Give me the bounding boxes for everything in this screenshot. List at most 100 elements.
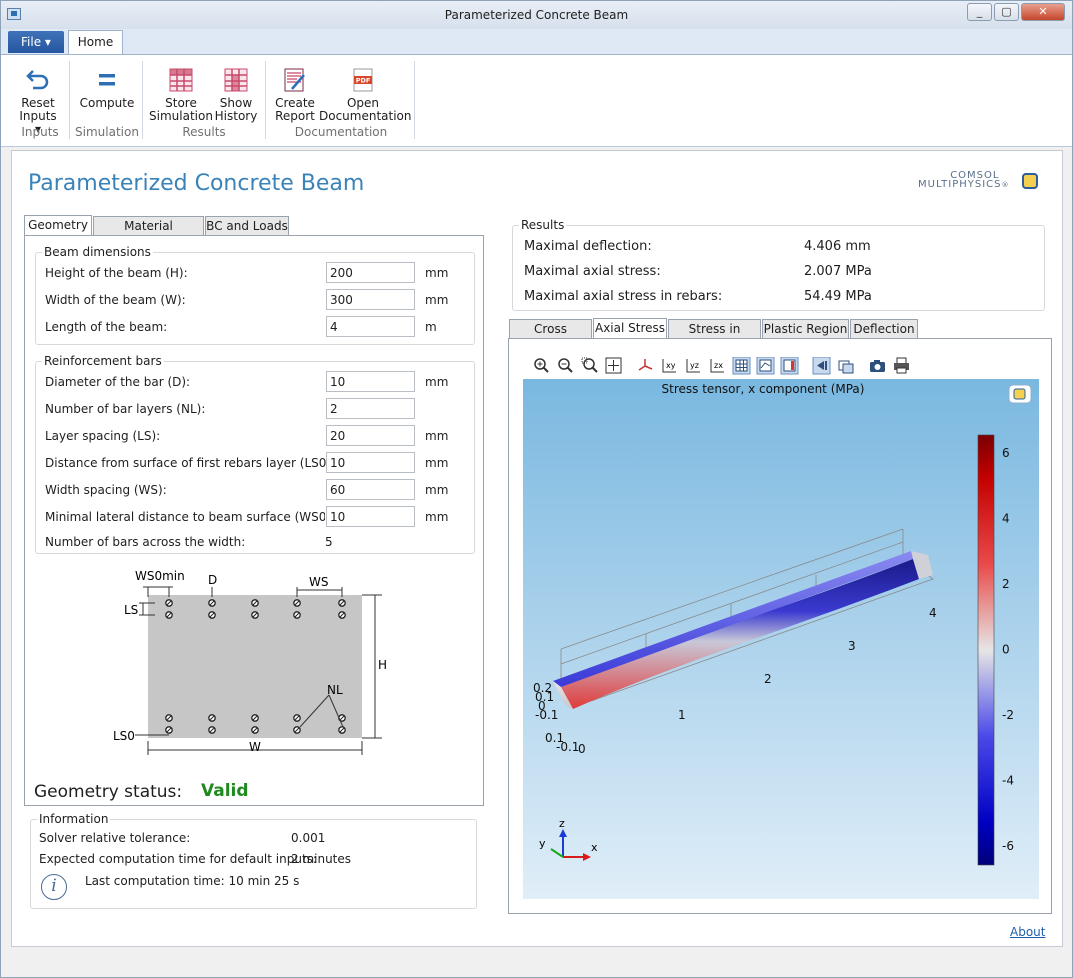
- plot-title: Stress tensor, x component (MPa): [662, 382, 865, 396]
- scene-light-icon[interactable]: [838, 360, 854, 374]
- xy-text: xy: [666, 361, 676, 370]
- equals-icon: [99, 74, 115, 86]
- comsol-logo: COMSOL MULTIPHYSICS®: [918, 171, 1009, 190]
- label-d: D: [208, 573, 217, 587]
- xy-view-icon[interactable]: xy: [662, 359, 676, 373]
- tab-cross-section[interactable]: Cross Section: [509, 319, 592, 354]
- tab-stress-in-rebars[interactable]: Stress in Rebars: [668, 319, 761, 354]
- bars-across-value: 5: [325, 535, 333, 549]
- grid-icon[interactable]: [732, 357, 751, 375]
- label-w: W: [249, 740, 261, 754]
- y-tick-4: -0.1: [535, 708, 558, 722]
- ls0-label: Distance from surface of first rebars la…: [45, 456, 336, 470]
- report-icon: [284, 68, 305, 92]
- transparency-icon[interactable]: [812, 357, 831, 375]
- store-simulation-button[interactable]: Store Simulation: [149, 67, 213, 123]
- logo-registered: ®: [1001, 181, 1010, 189]
- expected-time-value: 2 minutes: [291, 852, 352, 866]
- geometry-status-label: Geometry status:: [34, 782, 183, 802]
- show-label-2: History: [214, 109, 258, 123]
- x-tick-4: 4: [929, 606, 937, 620]
- diameter-label: Diameter of the bar (D):: [45, 375, 191, 389]
- layers-label: Number of bar layers (NL):: [45, 402, 206, 416]
- tab-geometry[interactable]: Geometry: [24, 215, 92, 236]
- compute-button[interactable]: Compute: [79, 67, 135, 110]
- camera-icon[interactable]: [870, 360, 885, 372]
- ws0min-label: Minimal lateral distance to beam surface…: [45, 510, 325, 524]
- ws0min-input[interactable]: [326, 506, 415, 527]
- logo-line-2: MULTIPHYSICS®: [918, 180, 1009, 190]
- window-title: Parameterized Concrete Beam: [444, 8, 629, 22]
- ls0-unit: mm: [425, 456, 449, 470]
- tab-home[interactable]: Home: [68, 30, 123, 55]
- tab-plastic-region[interactable]: Plastic Region: [762, 319, 849, 339]
- undo-arrow-icon: [26, 70, 49, 90]
- tab-deflection[interactable]: Deflection: [850, 319, 918, 339]
- colorbar-tick: -6: [1002, 839, 1014, 853]
- open-label-2: Documentation: [319, 109, 412, 123]
- reinforcement-bars-group: Reinforcement bars Diameter of the bar (…: [35, 354, 475, 554]
- tab-axial-stress[interactable]: Axial Stress: [593, 318, 667, 339]
- close-button[interactable]: ✕: [1021, 3, 1065, 21]
- axis-labels-icon[interactable]: [756, 357, 775, 375]
- legend-icon[interactable]: [780, 357, 799, 375]
- yz-view-icon[interactable]: yz: [686, 359, 700, 373]
- tab-material-properties[interactable]: Material Properties: [93, 216, 204, 251]
- height-input[interactable]: [326, 262, 415, 283]
- about-link[interactable]: About: [1010, 925, 1045, 939]
- max-axial-stress-value: 2.007 MPa: [804, 264, 872, 279]
- layer-spacing-input[interactable]: [326, 425, 415, 446]
- diameter-input[interactable]: [326, 371, 415, 392]
- store-label-2: Simulation: [149, 109, 213, 123]
- width-spacing-input[interactable]: [326, 479, 415, 500]
- width-input[interactable]: [326, 289, 415, 310]
- expected-time-label: Expected computation time for default in…: [39, 852, 317, 866]
- length-label: Length of the beam:: [45, 320, 168, 334]
- ribbon: File ▾ Home Reset Inputs ▾ Inputs Comput…: [1, 29, 1072, 147]
- layers-input[interactable]: [326, 398, 415, 419]
- logo-text-2: MULTIPHYSICS: [918, 179, 1002, 190]
- max-rebar-stress-label: Maximal axial stress in rebars:: [524, 289, 723, 304]
- colorbar: [977, 434, 995, 866]
- ribbon-separator: [265, 61, 266, 139]
- maximize-button[interactable]: ▢: [994, 3, 1019, 21]
- x-tick-2: 2: [764, 672, 772, 686]
- tab-bc-and-loads[interactable]: BC and Loads: [205, 216, 289, 236]
- zoom-in-icon[interactable]: [534, 358, 549, 373]
- zx-view-icon[interactable]: zx: [710, 359, 724, 373]
- zoom-extents-icon[interactable]: [605, 357, 622, 374]
- create-report-button[interactable]: Create Report: [273, 67, 317, 123]
- stress-plot: Stress tensor, x component (MPa) 1 2 3 4…: [523, 379, 1039, 899]
- axis-view-icon[interactable]: [638, 359, 653, 371]
- max-deflection-value: 4.406 mm: [804, 239, 871, 254]
- layer-spacing-unit: mm: [425, 429, 449, 443]
- zoom-box-icon[interactable]: [581, 357, 598, 373]
- compute-label: Compute: [79, 96, 135, 110]
- show-history-button[interactable]: Show History: [213, 67, 259, 123]
- information-title: Information: [37, 812, 111, 826]
- file-menu-button[interactable]: File ▾: [8, 31, 64, 53]
- label-ws: WS: [309, 575, 328, 589]
- print-icon[interactable]: [894, 357, 909, 374]
- label-ws0min: WS0min: [135, 569, 185, 583]
- tolerance-value: 0.001: [291, 831, 326, 845]
- ls0-input[interactable]: [326, 452, 415, 473]
- reinforcement-title: Reinforcement bars: [42, 354, 164, 368]
- plot-background: [523, 379, 1039, 899]
- length-input[interactable]: [326, 316, 415, 337]
- open-documentation-button[interactable]: PDF Open Documentation: [319, 67, 412, 123]
- tolerance-label: Solver relative tolerance:: [39, 831, 191, 845]
- colorbar-tick: -2: [1002, 708, 1014, 722]
- minimize-button[interactable]: _: [967, 3, 992, 21]
- zoom-out-icon[interactable]: [558, 358, 573, 373]
- colorbar-tick: 2: [1002, 577, 1010, 591]
- height-label: Height of the beam (H):: [45, 266, 188, 280]
- ribbon-separator: [142, 61, 143, 139]
- colorbar-tick: -4: [1002, 774, 1014, 788]
- length-unit: m: [425, 320, 437, 334]
- ribbon-separator: [69, 61, 70, 139]
- geometry-panel: Beam dimensions Height of the beam (H): …: [24, 235, 484, 806]
- triad-z: z: [559, 817, 565, 830]
- comsol-plot-logo: [1008, 384, 1032, 404]
- x-tick-3: 3: [848, 639, 856, 653]
